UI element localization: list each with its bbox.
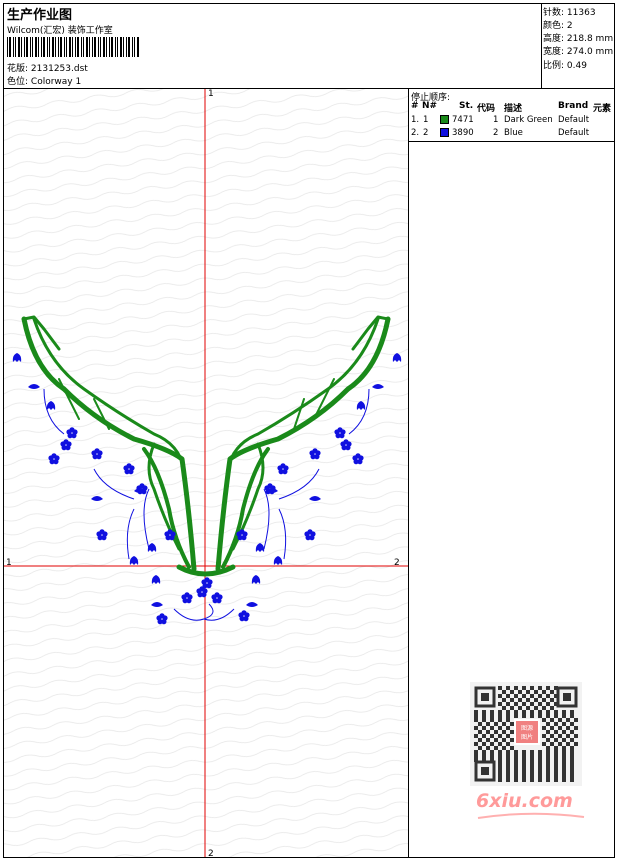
col-code: 代码: [477, 104, 496, 114]
axis-label-left: 1: [6, 558, 12, 568]
col-brand: Brand: [558, 101, 589, 111]
stat-scale: 比例: 0.49: [543, 61, 587, 71]
col-n: N#: [422, 101, 438, 111]
qr-code-watermark: 图源 图片: [470, 682, 582, 786]
stat-stitches: 针数: 11363: [543, 8, 596, 18]
axis-label-top: 1: [208, 89, 214, 99]
table-row: 2. 2 3890 2 Blue Default: [411, 128, 590, 138]
design-canvas: 1 2 1 2: [4, 89, 408, 857]
qr-center-text-2: 图片: [521, 733, 533, 741]
qr-center-text-1: 图源: [521, 724, 533, 732]
company-subtitle: Wilcom(汇宏) 装饰工作室: [7, 26, 113, 36]
colorway-value: Colorway 1: [30, 77, 82, 87]
table-row: 1. 1 7471 1 Dark Green Default: [411, 115, 590, 125]
col-element: 元素: [593, 104, 612, 114]
watermark-logo-text: 6xiu.com: [476, 790, 573, 812]
col-hash: #: [411, 101, 419, 111]
col-st: St.: [459, 101, 474, 111]
embroidery-preview: 1 2 1 2: [4, 89, 408, 857]
page-title: 生产作业图: [7, 8, 73, 23]
table-bottom-line: [409, 141, 615, 142]
stat-colors: 颜色: 2: [543, 21, 573, 31]
colorway-label: 色位:: [7, 77, 29, 87]
table-header-row: # N# St. 代码 描述 Brand 元素: [409, 101, 615, 114]
watermark-swoosh: [477, 812, 585, 819]
color-swatch: [440, 128, 449, 137]
colorway-line: 色位: Colorway 1: [7, 74, 81, 87]
stat-width: 宽度: 274.0 mm: [543, 47, 614, 57]
axis-label-bottom: 2: [208, 849, 214, 857]
barcode: [7, 37, 139, 57]
col-desc: 描述: [504, 104, 523, 114]
color-swatch: [440, 115, 449, 124]
design-line: 花版: 2131253.dst: [7, 61, 88, 74]
axis-label-right: 2: [394, 558, 400, 568]
stat-height: 高度: 218.8 mm: [543, 34, 614, 44]
table-divider: [408, 89, 409, 857]
stats-divider: [541, 4, 542, 88]
design-value: 2131253.dst: [30, 64, 88, 74]
design-label: 花版:: [7, 64, 29, 74]
